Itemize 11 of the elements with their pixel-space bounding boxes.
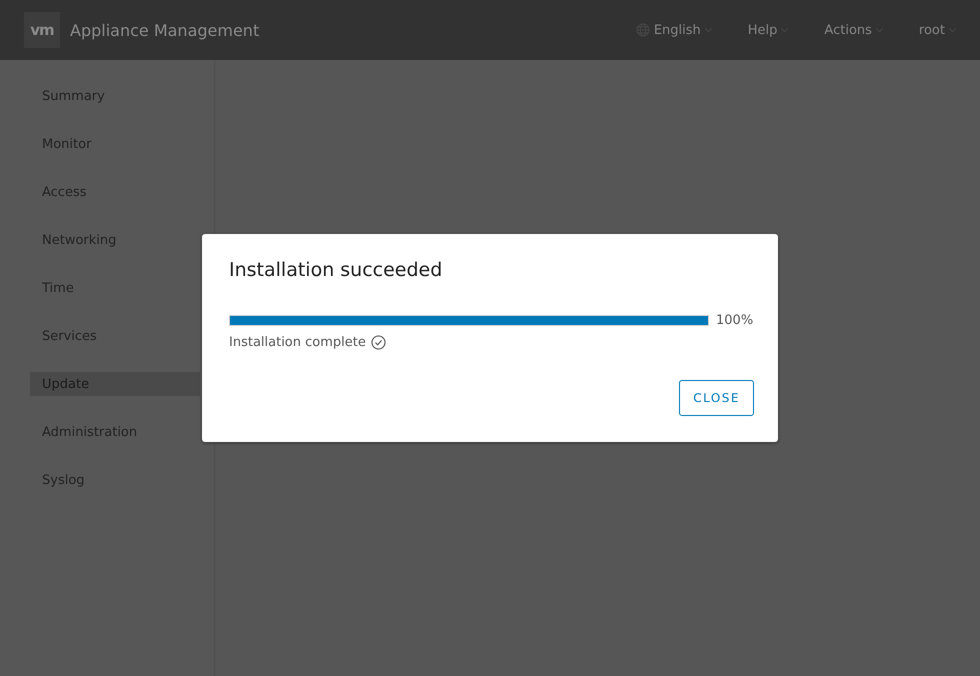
status-text: Installation complete: [229, 335, 366, 350]
app-title: Appliance Management: [70, 20, 260, 40]
header-menu[interactable]: English: [636, 22, 712, 38]
close-button[interactable]: CLOSE: [679, 380, 754, 416]
check-circle-icon: [370, 335, 386, 350]
logo: vm: [24, 12, 60, 48]
header-menu[interactable]: Help: [748, 22, 788, 38]
header-menu[interactable]: Actions: [824, 22, 883, 38]
progress-reading: 100%: [716, 313, 754, 328]
header-menu[interactable]: root: [918, 22, 956, 38]
dialog-title: Installation succeeded: [229, 258, 444, 282]
